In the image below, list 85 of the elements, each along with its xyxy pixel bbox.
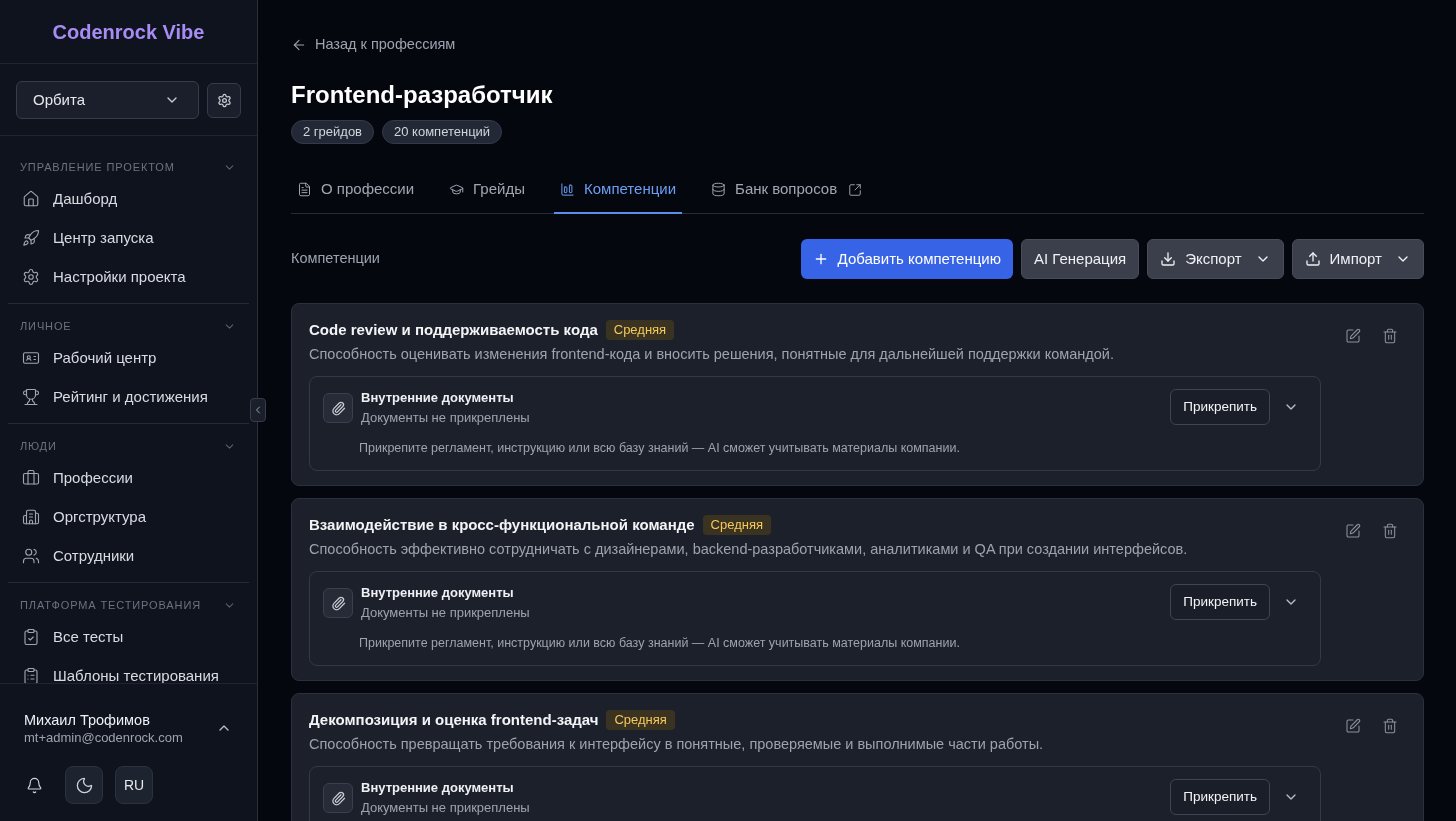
project-select[interactable]: Орбита xyxy=(16,81,199,119)
sidebar-item[interactable]: Профессии xyxy=(8,458,249,498)
sidebar-item[interactable]: Рейтинг и достижения xyxy=(8,377,249,417)
database-icon xyxy=(711,182,727,197)
page-title: Frontend-разработчик xyxy=(291,80,553,110)
documents-title: Внутренние документы xyxy=(361,584,515,602)
trash-icon xyxy=(1382,328,1398,344)
app-logo: Codenrock Vibe xyxy=(52,19,205,45)
house-icon xyxy=(22,190,40,208)
documents-status: Документы не прикреплены xyxy=(361,604,530,622)
language-button[interactable]: RU xyxy=(115,766,153,804)
documents-title: Внутренние документы xyxy=(361,389,515,407)
sidebar-item[interactable]: Центр запуска xyxy=(8,218,249,258)
add-competency-button[interactable]: Добавить компетенцию xyxy=(800,239,1013,279)
tab[interactable]: О профессии xyxy=(291,167,421,214)
competency-title: Code review и поддерживаемость кода xyxy=(309,319,598,340)
sidebar-item[interactable]: Оргструктура xyxy=(8,497,249,537)
collapse-sidebar-button[interactable] xyxy=(250,398,266,422)
competency-description: Способность эффективно сотрудничать с дизайнерами, backend-разработчиками, аналитиками и QA при создании интерфейсов. xyxy=(309,540,1189,559)
building-icon xyxy=(22,508,40,526)
competency-title: Взаимодействие в кросс-функциональной команде xyxy=(309,514,695,535)
theme-toggle-button[interactable] xyxy=(65,766,103,804)
sidebar-item[interactable]: Шаблоны тестирования xyxy=(8,656,249,683)
edit-icon xyxy=(1345,328,1361,344)
user-name: Михаил Трофимов xyxy=(24,711,151,730)
ai-generate-button[interactable]: AI Генерация xyxy=(1020,239,1140,279)
documents-title: Внутренние документы xyxy=(361,779,515,797)
graduation-cap-icon xyxy=(449,182,465,197)
attach-button[interactable]: Прикрепить xyxy=(1170,779,1270,815)
download-icon xyxy=(1160,251,1177,267)
sidebar-item[interactable]: Настройки проекта xyxy=(8,257,249,297)
external-link-icon xyxy=(848,182,863,197)
edit-icon xyxy=(1345,718,1361,734)
section-toggle[interactable]: УПРАВЛЕНИЕ ПРОЕКТОМ xyxy=(8,159,249,175)
grade-badge: Средняя xyxy=(605,320,675,340)
trash-icon xyxy=(1382,523,1398,539)
arrow-left-icon xyxy=(291,37,307,53)
paperclip-icon xyxy=(323,783,353,813)
sidebar-item[interactable]: Рабочий центр xyxy=(8,338,249,378)
attach-button[interactable]: Прикрепить xyxy=(1170,584,1270,620)
back-link[interactable]: Назад к профессиям xyxy=(291,35,456,55)
document-icon xyxy=(297,182,312,197)
documents-status: Документы не прикреплены xyxy=(361,799,530,817)
section-label: Компетенции xyxy=(291,249,380,269)
section-toggle[interactable]: ЛЮДИ xyxy=(8,438,249,454)
export-menu-button[interactable]: Экспорт xyxy=(1147,239,1284,279)
id-card-icon xyxy=(22,349,40,367)
competency-title: Декомпозиция и оценка frontend-задач xyxy=(309,709,599,730)
documents-status: Документы не прикреплены xyxy=(361,409,530,427)
count-badge: 2 грейдов xyxy=(291,120,375,144)
bell-icon xyxy=(25,776,43,794)
briefcase-icon xyxy=(22,469,40,487)
section-toggle[interactable]: ЛИЧНОЕ xyxy=(8,318,249,334)
moon-icon xyxy=(74,775,94,795)
tab[interactable]: Грейды xyxy=(443,167,531,214)
grade-badge: Средняя xyxy=(702,515,771,535)
bar-chart-icon xyxy=(560,182,575,197)
edit-icon xyxy=(1345,523,1361,539)
count-badge: 20 компетенций xyxy=(382,120,503,144)
competency-description: Способность оценивать изменения frontend-кода и вносить решения, понятные для дальнейшей поддержки командой. xyxy=(309,345,1115,364)
sidebar-item[interactable]: Все тесты xyxy=(8,617,249,657)
upload-icon xyxy=(1304,251,1321,267)
trophy-icon xyxy=(22,388,40,406)
tab[interactable]: Банк вопросов xyxy=(705,167,869,214)
paperclip-icon xyxy=(323,393,353,423)
documents-hint: Прикрепите регламент, инструкцию или всю базу знаний — AI сможет учитывать материалы компании. xyxy=(359,440,961,456)
paperclip-icon xyxy=(323,588,353,618)
clipboard-check-icon xyxy=(22,628,40,646)
rocket-icon xyxy=(22,229,40,247)
sidebar-item[interactable]: Дашборд xyxy=(8,179,249,219)
import-menu-button[interactable]: Импорт xyxy=(1291,239,1424,279)
documents-hint: Прикрепите регламент, инструкцию или всю базу знаний — AI сможет учитывать материалы компании. xyxy=(359,635,961,651)
section-toggle[interactable]: ПЛАТФОРМА ТЕСТИРОВАНИЯ xyxy=(8,597,249,613)
competency-description: Способность превращать требования к интерфейсу в понятные, проверяемые и выполнимые части работы. xyxy=(309,735,1045,754)
grade-badge: Средняя xyxy=(606,710,675,730)
attach-button[interactable]: Прикрепить xyxy=(1170,389,1270,425)
sidebar-item[interactable]: Сотрудники xyxy=(8,536,249,576)
trash-icon xyxy=(1382,718,1398,734)
gear-icon xyxy=(22,268,40,286)
project-settings-button[interactable] xyxy=(207,82,241,118)
people-icon xyxy=(22,547,40,565)
gear-icon xyxy=(216,92,232,108)
tab[interactable]: Компетенции xyxy=(554,167,683,214)
user-email: mt+admin@codenrock.com xyxy=(24,730,183,746)
clipboard-list-icon xyxy=(22,667,40,683)
